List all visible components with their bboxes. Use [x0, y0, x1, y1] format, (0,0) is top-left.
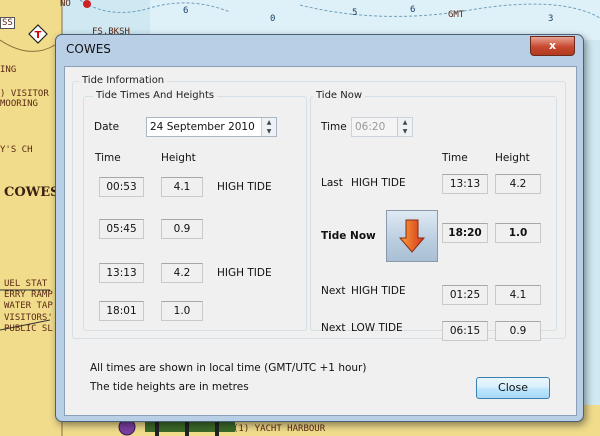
- next-high-time-cell: 01:25: [442, 285, 488, 305]
- title-bar[interactable]: COWES x: [56, 35, 583, 63]
- spin-down-icon[interactable]: ▼: [398, 127, 412, 136]
- chart-depth: 6: [183, 6, 189, 16]
- time-header: Time: [95, 152, 121, 164]
- chart-depth: 5: [352, 8, 358, 18]
- spin-up-icon[interactable]: ▲: [398, 118, 412, 127]
- tide-now-time-picker[interactable]: 06:20 ▲ ▼: [351, 117, 413, 137]
- last-height-cell: 4.2: [495, 174, 541, 194]
- tide-time-cell: 00:53: [99, 177, 144, 197]
- chart-label-no: NO: [60, 0, 71, 9]
- tide-height-cell: 1.0: [161, 301, 203, 321]
- chart-label-cowes: COWES: [4, 185, 60, 200]
- tide-now-time-label: Time: [321, 121, 347, 133]
- chart-label-gmt: GMT: [448, 10, 465, 20]
- tide-height-cell: 0.9: [161, 219, 203, 239]
- date-label: Date: [94, 121, 120, 133]
- tide-type-label: HIGH TIDE: [217, 181, 272, 193]
- dialog-client-area: Tide Information Tide Times And Heights …: [64, 66, 577, 416]
- tide-now-time-value: 06:20: [355, 121, 386, 133]
- tide-now-time-header: Time: [442, 152, 468, 164]
- chart-depth: 3: [548, 14, 554, 24]
- metres-note: The tide heights are in metres: [90, 381, 249, 393]
- tide-now-label: Tide Now: [321, 230, 376, 242]
- next-low-time-cell: 06:15: [442, 321, 488, 341]
- next-high-type: HIGH TIDE: [351, 285, 406, 297]
- down-arrow-icon: [398, 219, 426, 253]
- tide-now-height-header: Height: [495, 152, 530, 164]
- last-type: HIGH TIDE: [351, 177, 406, 189]
- next-high-label: Next: [321, 285, 346, 297]
- chart-label-fuel: UEL STAT: [4, 279, 48, 289]
- tide-time-cell: 05:45: [99, 219, 144, 239]
- tide-now-legend: Tide Now: [313, 90, 366, 101]
- chart-label-public: PUBLIC SL: [4, 324, 53, 334]
- chart-label-ferry: ERRY RAMP: [4, 290, 53, 300]
- cowes-tide-dialog: COWES x Tide Information Tide Times And …: [55, 34, 584, 422]
- chart-label-water: WATER TAP: [4, 301, 53, 311]
- chart-label-ing: ING: [0, 65, 17, 75]
- last-time-cell: 13:13: [442, 174, 488, 194]
- spin-up-icon[interactable]: ▲: [262, 118, 276, 127]
- tide-times-legend: Tide Times And Heights: [93, 90, 218, 101]
- chart-label-ss: SS: [0, 17, 15, 29]
- next-low-height-cell: 0.9: [495, 321, 541, 341]
- next-low-type: LOW TIDE: [351, 322, 403, 334]
- date-picker[interactable]: 24 September 2010 ▲ ▼: [146, 117, 277, 137]
- tide-time-cell: 13:13: [99, 263, 144, 283]
- window-close-button[interactable]: x: [530, 36, 575, 56]
- time-spinner[interactable]: ▲ ▼: [397, 118, 412, 136]
- buoy-marker: [83, 0, 91, 8]
- now-height-cell: 1.0: [495, 223, 541, 243]
- last-label: Last: [321, 177, 343, 189]
- chart-depth: 0: [270, 14, 276, 24]
- close-button[interactable]: Close: [476, 377, 550, 399]
- tide-time-cell: 18:01: [99, 301, 144, 321]
- next-low-label: Next: [321, 322, 346, 334]
- tide-direction-indicator: [386, 210, 438, 262]
- chart-label-mooring: MOORING: [0, 99, 38, 109]
- tide-information-legend: Tide Information: [79, 75, 168, 86]
- chart-label-yacht-harbour: (1) YACHT HARBOUR: [233, 424, 326, 434]
- now-time-cell: 18:20: [442, 223, 488, 243]
- spin-down-icon[interactable]: ▼: [262, 127, 276, 136]
- chart-depth: 6: [410, 5, 416, 15]
- window-title: COWES: [66, 42, 111, 56]
- local-time-note: All times are shown in local time (GMT/U…: [90, 362, 367, 374]
- height-header: Height: [161, 152, 196, 164]
- close-icon: x: [548, 39, 557, 52]
- date-spinner[interactable]: ▲ ▼: [261, 118, 276, 136]
- svg-text:T: T: [35, 30, 42, 41]
- chart-label-visitors2: VISITORS': [4, 313, 53, 323]
- tide-type-label: HIGH TIDE: [217, 267, 272, 279]
- date-value: 24 September 2010: [150, 121, 255, 133]
- tide-height-cell: 4.2: [161, 263, 203, 283]
- chart-label-visitors: ) VISITOR: [0, 89, 49, 99]
- next-high-height-cell: 4.1: [495, 285, 541, 305]
- tide-station-icon: T: [28, 24, 48, 44]
- tide-height-cell: 4.1: [161, 177, 203, 197]
- chart-label-ch: Y'S CH: [0, 145, 33, 155]
